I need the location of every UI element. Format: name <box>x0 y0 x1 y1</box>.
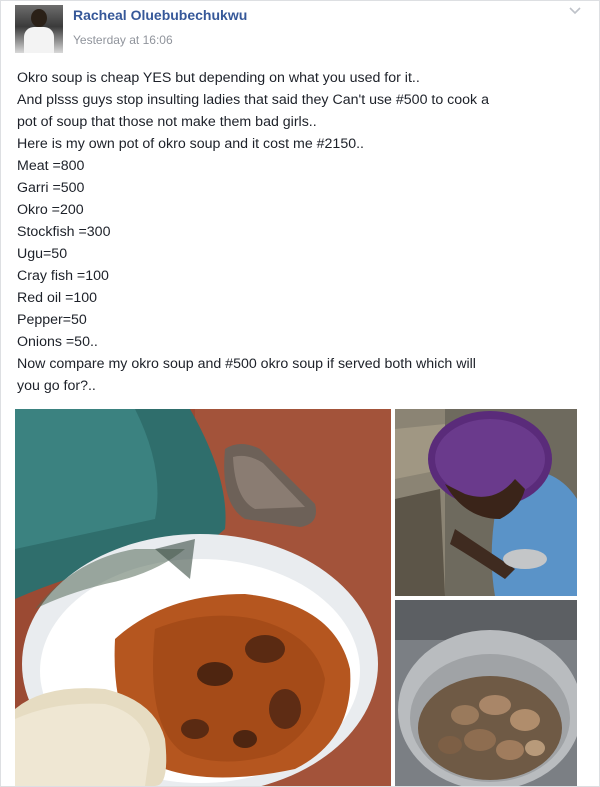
post-line: pot of soup that those not make them bad… <box>17 114 317 130</box>
post-line: Stockfish =300 <box>17 224 111 240</box>
post-line: Okro =200 <box>17 202 84 218</box>
photo-cook[interactable] <box>395 409 577 596</box>
post-line: Now compare my okro soup and #500 okro s… <box>17 356 476 372</box>
post-line: Here is my own pot of okro soup and it c… <box>17 136 364 152</box>
post-line: And plsss guys stop insulting ladies tha… <box>17 92 489 108</box>
post-line: Okro soup is cheap YES but depending on … <box>17 70 420 86</box>
post-line: Ugu=50 <box>17 246 68 262</box>
photo-meat-pot[interactable] <box>395 600 577 786</box>
post-line: Pepper=50 <box>17 312 87 328</box>
chevron-down-icon[interactable] <box>567 3 583 19</box>
post-line: Cray fish =100 <box>17 268 109 284</box>
post-timestamp[interactable]: Yesterday at 16:06 <box>73 33 173 47</box>
post-line: Red oil =100 <box>17 290 98 306</box>
post-line: you go for?.. <box>17 378 96 394</box>
photo-soup-plate[interactable] <box>15 409 391 786</box>
avatar-shirt <box>24 27 54 53</box>
post-line: Onions =50.. <box>17 334 98 350</box>
post-card: Racheal Oluebubechukwu Yesterday at 16:0… <box>0 0 600 787</box>
post-line: Garri =500 <box>17 180 85 196</box>
post-text: Okro soup is cheap YES but depending on … <box>17 67 587 397</box>
avatar[interactable] <box>15 5 63 53</box>
author-name[interactable]: Racheal Oluebubechukwu <box>73 7 247 23</box>
post-line: Meat =800 <box>17 158 85 174</box>
avatar-head <box>31 9 47 27</box>
